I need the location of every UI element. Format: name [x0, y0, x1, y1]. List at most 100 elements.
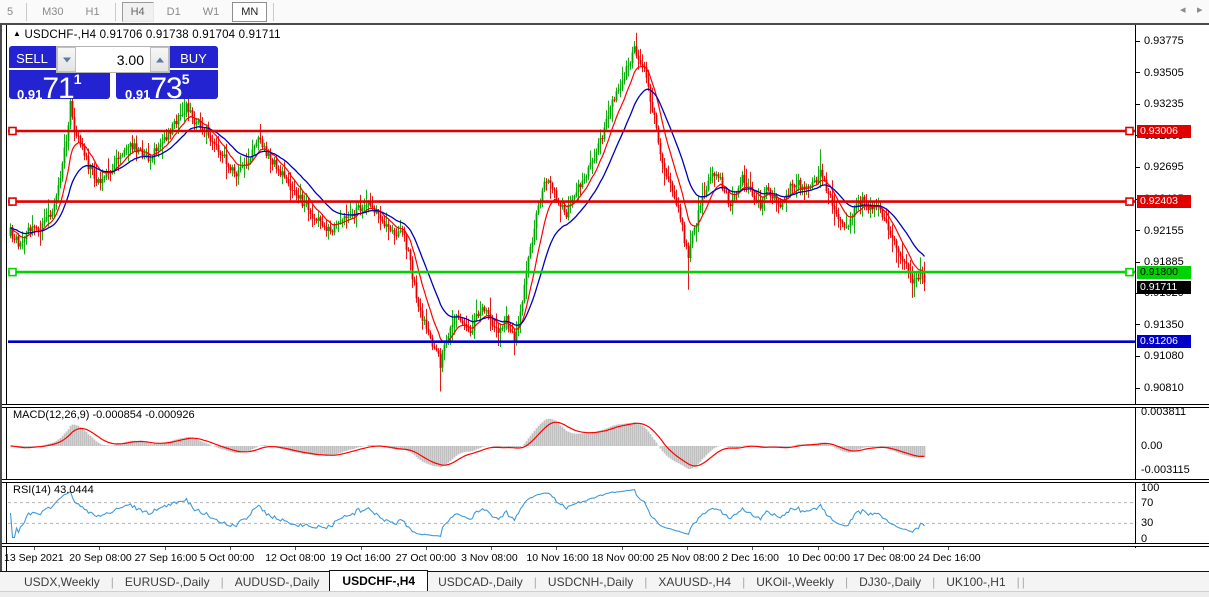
chart-window-top-border	[0, 23, 1209, 25]
tabs-scroll-left-icon[interactable]: ◂	[1180, 3, 1186, 16]
time-axis-tick	[948, 547, 949, 550]
price-tick-label: 0.92155	[1144, 225, 1184, 237]
chart-tab-xauusd-h4[interactable]: XAUUSD-,H4	[648, 573, 741, 591]
collapse-panel-icon[interactable]: ▲	[13, 29, 21, 38]
chart-tab-usdcad-daily[interactable]: USDCAD-,Daily	[428, 573, 533, 591]
chart-window-left-border-inner	[6, 25, 7, 571]
tab-separator: |	[1017, 575, 1020, 589]
price-badge-line-0.92403: 0.92403	[1137, 195, 1191, 208]
ask-prefix: 0.91	[125, 87, 150, 102]
time-axis-tick	[230, 547, 231, 550]
timeframe-button-h4[interactable]: H4	[122, 2, 154, 22]
price-tick-mark	[1136, 324, 1140, 325]
ma-slow-line	[11, 89, 925, 325]
hline-0.93006[interactable]	[8, 128, 1135, 135]
time-axis-label: 3 Nov 08:00	[461, 552, 518, 564]
timeframe-button-mn[interactable]: MN	[232, 2, 267, 22]
price-tick-label: 0.93775	[1144, 35, 1184, 47]
volume-increase-button[interactable]	[150, 47, 169, 72]
time-axis-tick	[361, 547, 362, 550]
tab-separator: |	[742, 575, 745, 589]
ask-pip-digit: 5	[182, 71, 190, 87]
price-tick-label: 0.92695	[1144, 161, 1184, 173]
time-axis-tick	[622, 547, 623, 550]
chart-ohlc-text: USDCHF-,H4 0.91706 0.91738 0.91704 0.917…	[25, 29, 281, 41]
tabs-scroll-right-icon[interactable]: ▸	[1197, 3, 1203, 16]
time-axis-label: 10 Dec 00:00	[788, 552, 850, 564]
time-axis-label: 2 Dec 16:00	[722, 552, 779, 564]
volume-input[interactable]	[76, 47, 150, 72]
rsi-scale-label: 30	[1141, 517, 1153, 529]
hline-0.92403[interactable]	[8, 198, 1135, 205]
macd-signal-line	[11, 422, 925, 466]
time-axis-label: 10 Nov 16:00	[526, 552, 588, 564]
macd-label: MACD(12,26,9) -0.000854 -0.000926	[13, 409, 195, 421]
time-axis-label: 20 Sep 08:00	[69, 552, 131, 564]
timeframe-button-h1[interactable]: H1	[77, 2, 109, 22]
time-axis-tick	[752, 547, 753, 550]
timeframe-toolbar: 5 M30H1 H4D1W1MN	[0, 0, 1209, 24]
price-tick-mark	[1136, 72, 1140, 73]
time-axis-label: 25 Nov 08:00	[657, 552, 719, 564]
price-badge-current-0.91711: 0.91711	[1137, 281, 1191, 294]
price-tick-label: 0.91350	[1144, 319, 1184, 331]
tab-separator: |	[111, 575, 114, 589]
sell-button[interactable]: SELL	[9, 51, 55, 66]
chart-tab-uk100-h1[interactable]: UK100-,H1	[936, 573, 1015, 591]
rsi-timescale-separator	[2, 543, 1209, 547]
rsi-indicator-pane[interactable]	[8, 483, 1135, 543]
buy-button[interactable]: BUY	[169, 51, 218, 66]
price-tick-mark	[1136, 167, 1140, 168]
ma-fast-line	[11, 67, 925, 342]
tab-separator: |	[1022, 575, 1025, 589]
timeframe-button-5[interactable]: 5	[0, 2, 22, 22]
ask-price: 0.91735	[125, 71, 189, 106]
tab-separator: |	[644, 575, 647, 589]
price-tick-mark	[1136, 262, 1140, 263]
rsi-line	[11, 490, 925, 538]
time-axis-label: 19 Oct 16:00	[331, 552, 391, 564]
chart-tab-bar: USDX,Weekly|EURUSD-,Daily|AUDUSD-,DailyU…	[0, 571, 1209, 592]
rsi-scale-label: 70	[1141, 497, 1153, 509]
time-axis-tick	[295, 547, 296, 550]
bid-big-digits: 71	[42, 72, 73, 105]
chart-tab-eurusd-daily[interactable]: EURUSD-,Daily	[115, 573, 220, 591]
price-badge-line-0.91206: 0.91206	[1137, 335, 1191, 348]
time-axis-tick	[883, 547, 884, 550]
chart-tab-ukoil-weekly[interactable]: UKOil-,Weekly	[746, 573, 844, 591]
chart-tab-audusd-daily[interactable]: AUDUSD-,Daily	[225, 573, 330, 591]
price-badge-line-0.91800: 0.91800	[1137, 266, 1191, 279]
rsi-scale-label: 100	[1141, 482, 1159, 494]
price-tick-mark	[1136, 356, 1140, 357]
macd-scale-label: 0.00	[1141, 440, 1162, 452]
chart-window-left-border-outer	[0, 25, 2, 571]
timeframe-button-m30[interactable]: M30	[33, 2, 72, 22]
volume-decrease-button[interactable]	[57, 47, 76, 72]
rsi-label: RSI(14) 43.0444	[13, 484, 94, 496]
hline-0.91800[interactable]	[8, 269, 1135, 276]
timeframe-button-w1[interactable]: W1	[194, 2, 229, 22]
toolbar-separator	[26, 3, 27, 21]
rsi-scale-label: 0	[1141, 533, 1147, 545]
time-axis-tick	[491, 547, 492, 550]
chart-ohlc-header: ▲ USDCHF-,H4 0.91706 0.91738 0.91704 0.9…	[13, 29, 281, 41]
price-tick-mark	[1136, 388, 1140, 389]
time-axis-label: 27 Oct 00:00	[396, 552, 456, 564]
timeframe-button-d1[interactable]: D1	[158, 2, 190, 22]
ask-big-digits: 73	[150, 72, 181, 105]
time-axis-label: 12 Oct 08:00	[265, 552, 325, 564]
chart-tab-usdchf-h4[interactable]: USDCHF-,H4	[329, 570, 428, 593]
time-axis-label: 5 Oct 00:00	[200, 552, 254, 564]
time-axis-label: 13 Sep 2021	[4, 552, 64, 564]
tab-separator: |	[845, 575, 848, 589]
tab-separator: |	[932, 575, 935, 589]
chart-tab-usdcnh-daily[interactable]: USDCNH-,Daily	[538, 573, 643, 591]
chart-tab-dj30-daily[interactable]: DJ30-,Daily	[849, 573, 931, 591]
time-axis-tick	[165, 547, 166, 550]
toolbar-separator	[273, 3, 274, 21]
time-axis-tick	[818, 547, 819, 550]
bid-price: 0.91711	[17, 71, 81, 106]
bid-prefix: 0.91	[17, 87, 42, 102]
chart-tab-usdx-weekly[interactable]: USDX,Weekly	[14, 573, 110, 591]
price-tick-label: 0.93505	[1144, 67, 1184, 79]
